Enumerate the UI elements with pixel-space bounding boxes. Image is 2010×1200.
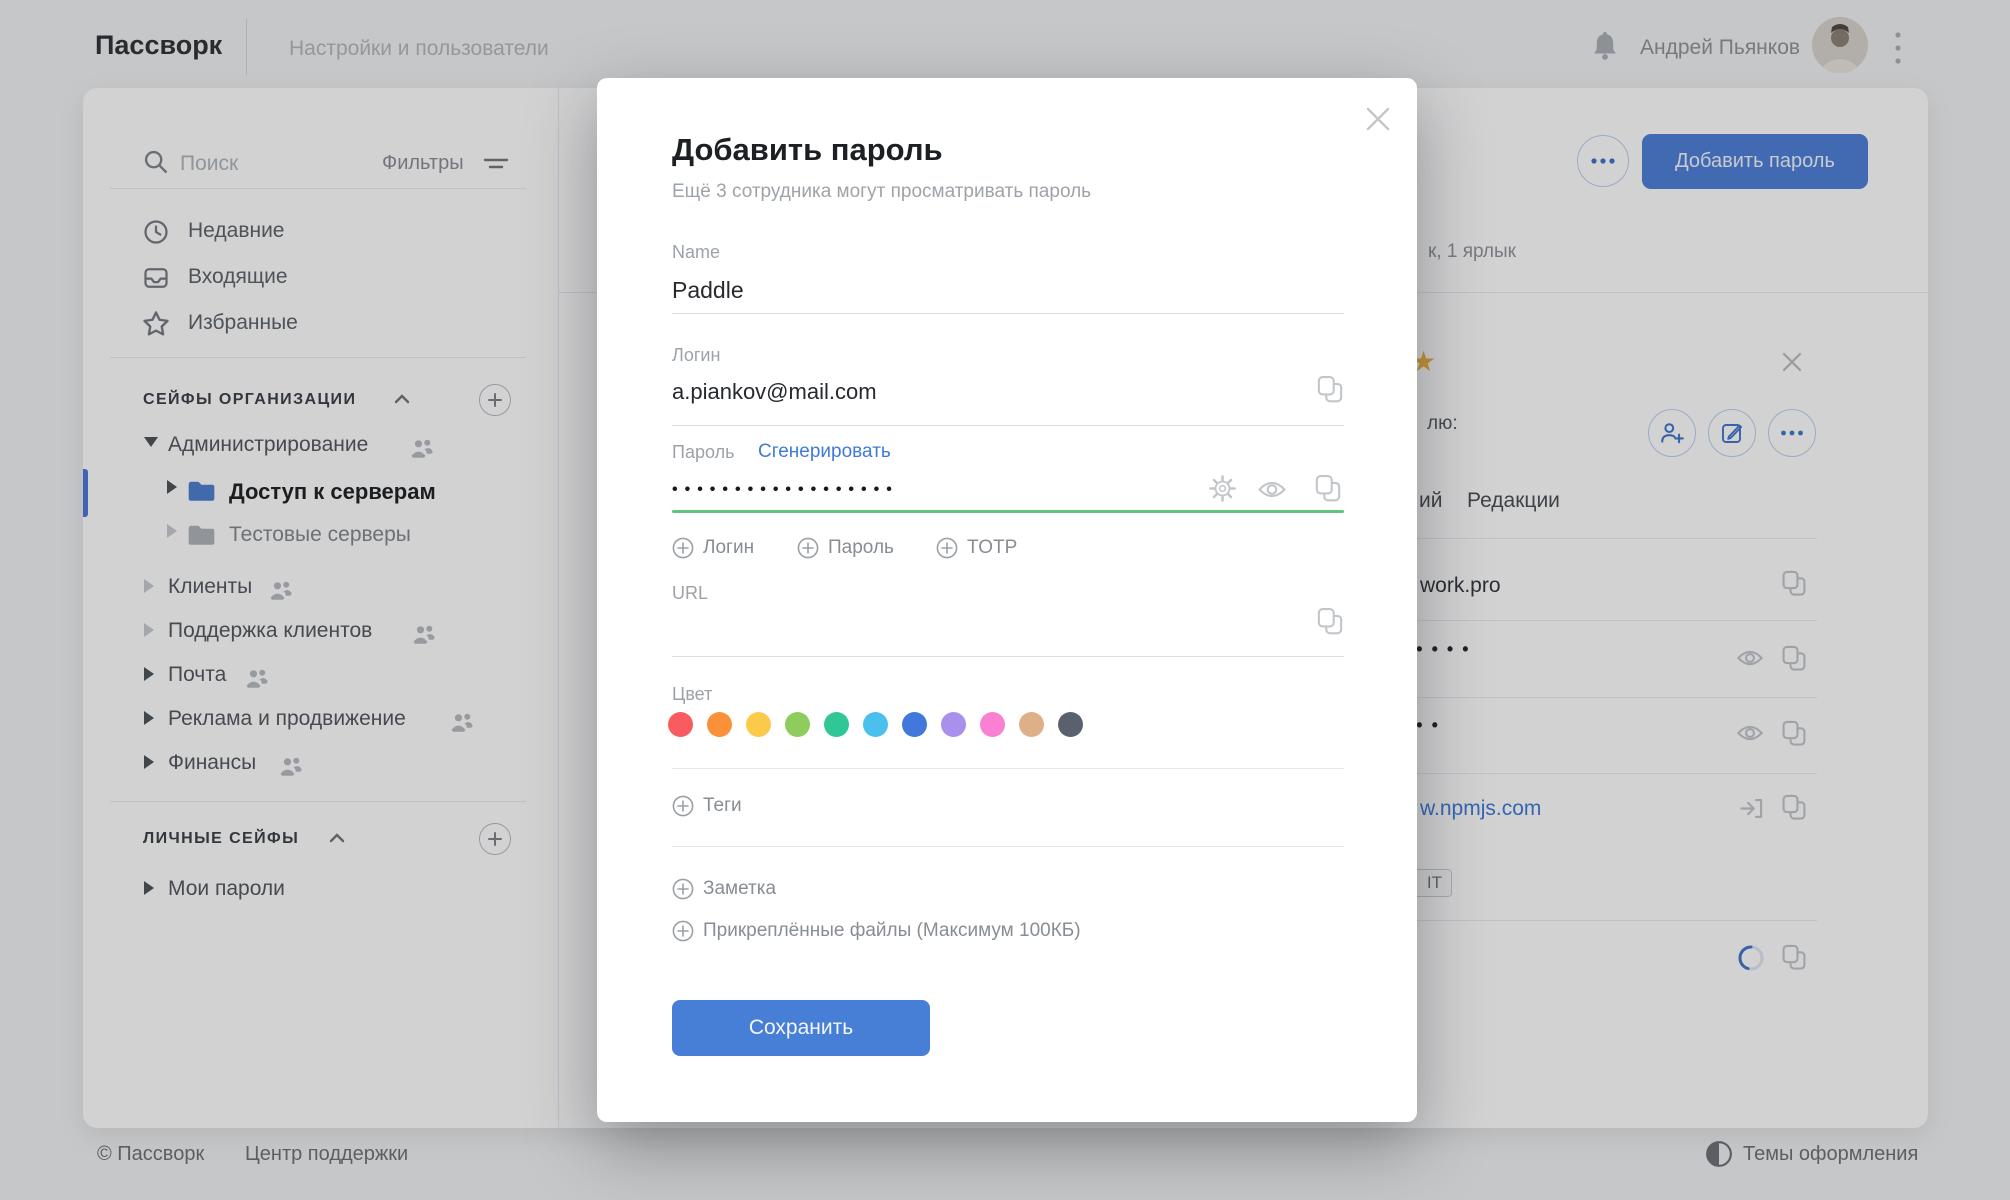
add-login-button[interactable]: Логин — [672, 537, 754, 559]
add-password-field-button[interactable]: Пароль — [797, 537, 894, 559]
add-note-button[interactable]: Заметка — [672, 878, 776, 900]
color-swatch[interactable] — [863, 712, 888, 737]
app-window: Пассворк Настройки и пользователи Андрей… — [0, 0, 2010, 1200]
color-swatch[interactable] — [1019, 712, 1044, 737]
color-swatch[interactable] — [1058, 712, 1083, 737]
add-login-label: Логин — [703, 537, 754, 559]
eye-icon[interactable] — [1257, 478, 1287, 501]
save-button[interactable]: Сохранить — [672, 1000, 930, 1056]
password-field[interactable]: •••••••••••••••••• — [672, 481, 899, 499]
add-note-label: Заметка — [703, 878, 776, 900]
field-underline — [672, 313, 1344, 314]
color-field-label: Цвет — [672, 684, 712, 705]
color-swatch[interactable] — [941, 712, 966, 737]
copy-icon[interactable] — [1315, 374, 1345, 405]
color-swatch[interactable] — [746, 712, 771, 737]
color-swatch[interactable] — [707, 712, 732, 737]
add-tags-button[interactable]: Теги — [672, 795, 742, 817]
add-files-button[interactable]: Прикреплённые файлы (Максимум 100КБ) — [672, 920, 1081, 942]
add-files-label: Прикреплённые файлы (Максимум 100КБ) — [703, 920, 1081, 942]
copy-icon[interactable] — [1313, 473, 1343, 504]
section-divider — [672, 846, 1344, 847]
name-field[interactable]: Paddle — [672, 277, 744, 303]
gear-icon[interactable] — [1208, 474, 1237, 503]
color-swatch[interactable] — [902, 712, 927, 737]
color-swatch[interactable] — [824, 712, 849, 737]
password-active-underline — [672, 510, 1344, 513]
modal-title: Добавить пароль — [672, 132, 943, 168]
section-divider — [672, 768, 1344, 769]
add-password-field-label: Пароль — [828, 537, 894, 559]
login-field[interactable]: a.piankov@mail.com — [672, 379, 877, 404]
generate-password-link[interactable]: Сгенерировать — [758, 441, 891, 463]
color-swatch[interactable] — [668, 712, 693, 737]
copy-icon[interactable] — [1315, 606, 1345, 637]
color-swatch[interactable] — [785, 712, 810, 737]
add-tags-label: Теги — [703, 795, 742, 817]
color-swatch-row — [668, 712, 1083, 737]
password-field-label: Пароль — [672, 442, 734, 463]
add-totp-button[interactable]: TOTP — [936, 537, 1017, 559]
color-swatch[interactable] — [980, 712, 1005, 737]
add-password-modal: Добавить пароль Ещё 3 сотрудника могут п… — [597, 78, 1417, 1122]
login-field-label: Логин — [672, 345, 720, 366]
modal-close-icon[interactable] — [1363, 104, 1393, 134]
field-underline — [672, 425, 1344, 426]
field-underline — [672, 656, 1344, 657]
name-field-label: Name — [672, 242, 720, 263]
add-totp-label: TOTP — [967, 537, 1017, 559]
modal-subtitle: Ещё 3 сотрудника могут просматривать пар… — [672, 181, 1091, 203]
url-field-label: URL — [672, 583, 708, 604]
